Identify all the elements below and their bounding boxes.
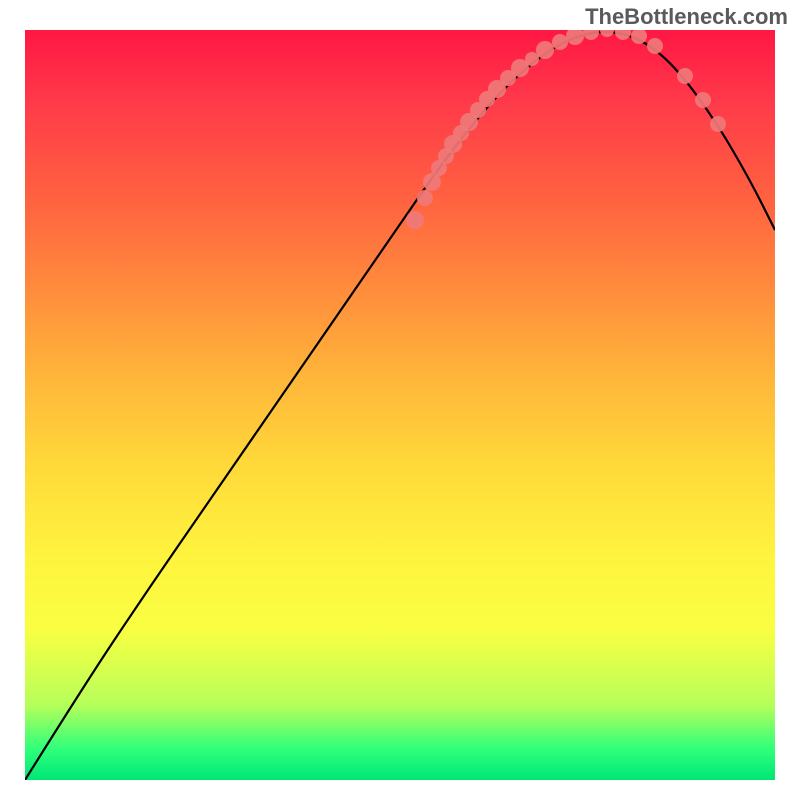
data-marker	[536, 41, 554, 59]
data-marker	[552, 34, 568, 50]
chart-svg	[25, 30, 775, 780]
data-marker	[406, 211, 424, 229]
data-marker	[525, 52, 539, 66]
data-marker	[583, 30, 599, 40]
watermark-text: TheBottleneck.com	[585, 4, 788, 30]
bottleneck-curve-line	[25, 32, 775, 780]
data-markers-group	[406, 30, 726, 229]
data-marker	[695, 92, 711, 108]
data-marker	[647, 38, 663, 54]
data-marker	[677, 68, 693, 84]
data-marker	[417, 190, 433, 206]
data-marker	[600, 30, 614, 37]
data-marker	[566, 30, 584, 45]
data-marker	[615, 30, 631, 40]
chart-area	[25, 30, 775, 780]
data-marker	[710, 116, 726, 132]
